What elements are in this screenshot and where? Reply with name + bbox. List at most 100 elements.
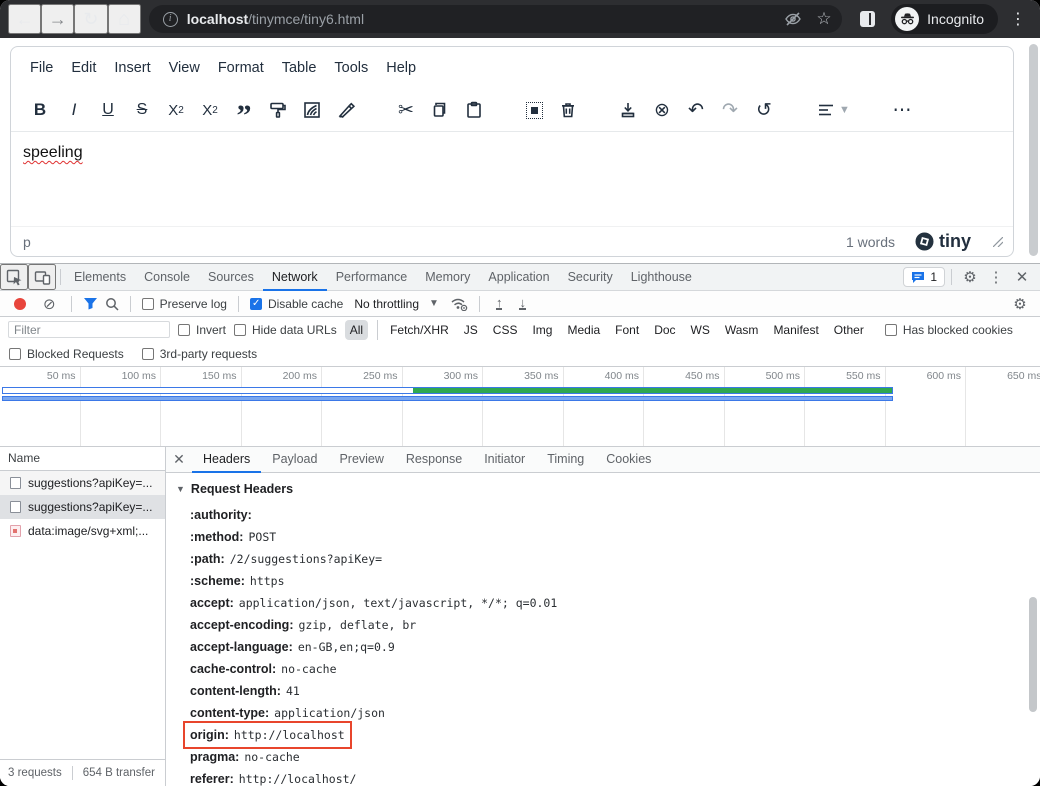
hide-data-urls-checkbox[interactable]: Hide data URLs bbox=[234, 323, 337, 337]
blocked-cookies-checkbox[interactable]: Has blocked cookies bbox=[885, 323, 1013, 337]
blocked-requests-box[interactable] bbox=[9, 348, 21, 360]
resource-type-filter[interactable]: Other bbox=[829, 320, 869, 340]
page-scrollbar[interactable] bbox=[1029, 44, 1038, 256]
visibility-off-icon[interactable] bbox=[784, 10, 802, 28]
request-headers-section[interactable]: ▼ Request Headers bbox=[176, 482, 1040, 496]
details-scrollbar[interactable] bbox=[1029, 597, 1037, 712]
devtools-close-icon[interactable]: ✕ bbox=[1010, 268, 1034, 286]
detail-tab[interactable]: Initiator bbox=[473, 447, 536, 473]
editor-menu-item[interactable]: Tools bbox=[325, 54, 377, 82]
invert-box[interactable] bbox=[178, 324, 190, 336]
resource-type-filter[interactable]: Wasm bbox=[720, 320, 764, 340]
image-icon[interactable] bbox=[295, 93, 329, 127]
devtools-tab[interactable]: Performance bbox=[327, 264, 417, 291]
inspect-icon[interactable] bbox=[0, 264, 28, 290]
superscript-icon[interactable]: X2 bbox=[193, 93, 227, 127]
preserve-log-box[interactable] bbox=[142, 298, 154, 310]
forward-icon[interactable]: → bbox=[41, 4, 74, 34]
editor-menu-item[interactable]: Help bbox=[377, 54, 425, 82]
editor-menu-item[interactable]: View bbox=[160, 54, 209, 82]
request-row[interactable]: suggestions?apiKey=... bbox=[0, 471, 165, 495]
hide-data-urls-box[interactable] bbox=[234, 324, 246, 336]
paste-icon[interactable] bbox=[457, 93, 491, 127]
devtools-tab[interactable]: Security bbox=[559, 264, 622, 291]
disable-cache-checkbox[interactable]: Disable cache bbox=[250, 297, 343, 311]
filter-funnel-icon[interactable] bbox=[83, 297, 98, 310]
network-settings-icon[interactable]: ⚙ bbox=[1008, 295, 1032, 313]
resource-type-filter[interactable]: CSS bbox=[488, 320, 523, 340]
devtools-tab[interactable]: Elements bbox=[65, 264, 135, 291]
import-har-icon[interactable]: ↑ bbox=[496, 297, 503, 310]
italic-icon[interactable]: I bbox=[57, 93, 91, 127]
resource-type-filter[interactable]: Img bbox=[527, 320, 557, 340]
devtools-tab[interactable]: Memory bbox=[416, 264, 479, 291]
download-icon[interactable] bbox=[611, 93, 645, 127]
detail-tab[interactable]: Payload bbox=[261, 447, 328, 473]
preserve-log-checkbox[interactable]: Preserve log bbox=[142, 297, 227, 311]
element-path[interactable]: p bbox=[23, 234, 31, 250]
devtools-tab[interactable]: Application bbox=[479, 264, 558, 291]
address-bar[interactable]: i localhost /tinymce/tiny6.html ☆ bbox=[149, 5, 842, 33]
subscript-icon[interactable]: X2 bbox=[159, 93, 193, 127]
editor-menu-item[interactable]: Format bbox=[209, 54, 273, 82]
tiny-brand[interactable]: tiny bbox=[915, 231, 971, 252]
browser-menu-icon[interactable]: ⋮ bbox=[1010, 9, 1026, 29]
devtools-menu-icon[interactable]: ⋮ bbox=[984, 268, 1008, 286]
resource-type-filter[interactable]: Doc bbox=[649, 320, 680, 340]
underline-icon[interactable]: U bbox=[91, 93, 125, 127]
blocked-requests-checkbox[interactable]: Blocked Requests bbox=[9, 347, 124, 361]
bold-icon[interactable]: B bbox=[23, 93, 57, 127]
restore-draft-icon[interactable]: ↺ bbox=[747, 93, 781, 127]
resource-type-filter[interactable]: WS bbox=[686, 320, 715, 340]
resource-type-filter[interactable]: Fetch/XHR bbox=[377, 320, 454, 340]
devtools-tab[interactable]: Network bbox=[263, 264, 327, 291]
throttling-select[interactable]: No throttling ▼ bbox=[350, 297, 443, 311]
back-icon[interactable]: ← bbox=[8, 4, 41, 34]
editor-menu-item[interactable]: Table bbox=[273, 54, 326, 82]
network-overview[interactable]: 50 ms100 ms150 ms200 ms250 ms300 ms350 m… bbox=[0, 367, 1040, 447]
cancel-icon[interactable]: ⊗ bbox=[645, 93, 679, 127]
cut-icon[interactable]: ✂ bbox=[389, 93, 423, 127]
blocked-cookies-box[interactable] bbox=[885, 324, 897, 336]
detail-tab[interactable]: Cookies bbox=[595, 447, 662, 473]
devtools-tab[interactable]: Sources bbox=[199, 264, 263, 291]
editor-menu-item[interactable]: File bbox=[21, 54, 62, 82]
side-panel-icon[interactable] bbox=[860, 11, 876, 27]
request-row[interactable]: suggestions?apiKey=... bbox=[0, 495, 165, 519]
resource-type-filter[interactable]: JS bbox=[459, 320, 483, 340]
devtools-tab[interactable]: Lighthouse bbox=[622, 264, 701, 291]
export-har-icon[interactable]: ↓ bbox=[519, 297, 526, 310]
third-party-checkbox[interactable]: 3rd-party requests bbox=[142, 347, 257, 361]
format-painter-icon[interactable] bbox=[261, 93, 295, 127]
editor-menu-item[interactable]: Edit bbox=[62, 54, 105, 82]
copy-icon[interactable] bbox=[423, 93, 457, 127]
site-info-icon[interactable]: i bbox=[163, 12, 178, 27]
resize-grip-icon[interactable] bbox=[993, 237, 1003, 247]
editor-content[interactable]: speeling bbox=[11, 132, 1013, 226]
device-toolbar-icon[interactable] bbox=[28, 264, 56, 290]
disable-cache-box[interactable] bbox=[250, 298, 262, 310]
devtools-settings-icon[interactable]: ⚙ bbox=[958, 268, 982, 286]
resource-type-filter[interactable]: Manifest bbox=[768, 320, 823, 340]
network-conditions-icon[interactable] bbox=[450, 297, 468, 311]
bookmark-star-icon[interactable]: ☆ bbox=[816, 9, 831, 29]
align-dropdown-icon[interactable]: ▼ bbox=[807, 93, 859, 127]
clear-icon[interactable]: ⊘ bbox=[43, 295, 56, 313]
third-party-box[interactable] bbox=[142, 348, 154, 360]
more-icon[interactable]: ⋯ bbox=[885, 93, 919, 127]
delete-icon[interactable] bbox=[551, 93, 585, 127]
resource-type-filter[interactable]: Media bbox=[562, 320, 605, 340]
resource-type-filter[interactable]: All bbox=[345, 320, 368, 340]
detail-tab[interactable]: Headers bbox=[192, 447, 261, 473]
close-details-icon[interactable]: ✕ bbox=[166, 451, 192, 468]
invert-checkbox[interactable]: Invert bbox=[178, 323, 226, 337]
record-icon[interactable] bbox=[14, 298, 26, 310]
issues-chip[interactable]: 1 bbox=[903, 267, 945, 287]
reload-icon[interactable]: ↻ bbox=[74, 4, 107, 34]
permanent-pen-icon[interactable] bbox=[329, 93, 363, 127]
detail-tab[interactable]: Response bbox=[395, 447, 473, 473]
home-icon[interactable]: ⌂ bbox=[108, 4, 141, 34]
search-icon[interactable] bbox=[105, 297, 119, 311]
detail-tab[interactable]: Preview bbox=[328, 447, 394, 473]
request-row[interactable]: data:image/svg+xml;... bbox=[0, 519, 165, 543]
